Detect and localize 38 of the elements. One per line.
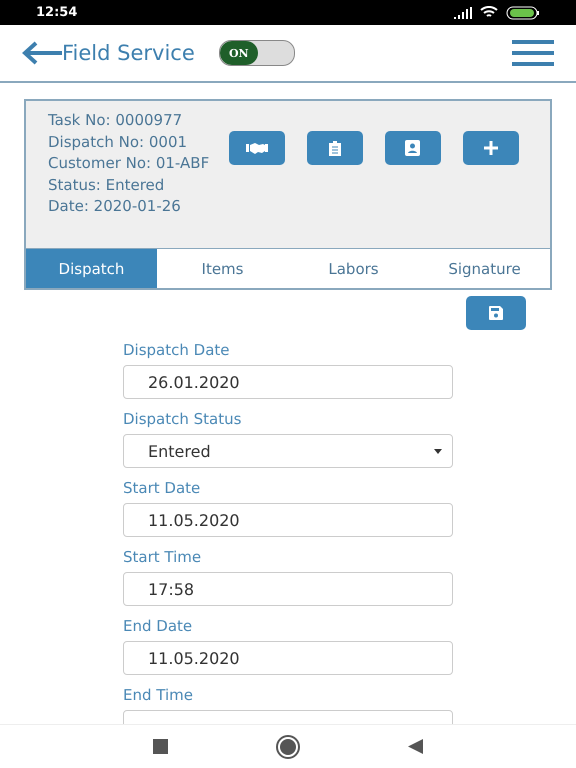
signal-icon — [454, 6, 472, 18]
task-detail: Customer No: 01-ABF — [48, 153, 210, 174]
plus-icon — [484, 141, 498, 155]
recents-icon[interactable] — [153, 739, 168, 754]
field-label: Start Time — [123, 548, 202, 566]
clock-time: 12:54 — [36, 5, 78, 20]
field-label: Start Date — [123, 479, 202, 497]
action-button[interactable] — [307, 131, 363, 165]
contact-card-icon — [405, 140, 421, 156]
back-arrow-icon[interactable] — [22, 41, 62, 65]
wifi-icon — [480, 6, 498, 19]
field-label: Dispatch Status — [123, 410, 242, 428]
task-detail: Task No: 0000977 — [48, 110, 184, 131]
action-button[interactable] — [229, 131, 285, 165]
caret-icon — [434, 448, 442, 454]
back-icon[interactable] — [408, 739, 423, 754]
task-detail: Status: Entered — [48, 174, 166, 196]
battery-icon — [506, 6, 540, 20]
tab[interactable]: Dispatch — [26, 249, 157, 288]
save-button[interactable] — [466, 296, 526, 330]
task-detail: Date: 2020-01-26 — [48, 196, 182, 217]
input-field[interactable]: 26.01.2020 — [123, 365, 453, 399]
input-field[interactable]: 17:58 — [123, 572, 453, 606]
field-label: End Time — [123, 686, 194, 704]
clipboard-icon — [329, 140, 341, 156]
status-dropdown[interactable]: Entered — [123, 434, 453, 468]
field-label: End Date — [123, 617, 194, 635]
home-icon[interactable] — [274, 734, 301, 760]
input-field[interactable]: 11.05.2020 — [123, 641, 453, 675]
action-button[interactable] — [385, 131, 441, 165]
on-off-toggle[interactable]: ON — [218, 40, 295, 66]
handshake-icon — [246, 142, 268, 154]
input-field[interactable]: 11.05.2020 — [123, 503, 453, 537]
task-detail: Dispatch No: 0001 — [48, 132, 188, 152]
action-button[interactable] — [463, 131, 519, 165]
menu-icon[interactable] — [512, 40, 554, 66]
app-title: Field Service — [62, 41, 195, 65]
field-label: Dispatch Date — [123, 341, 231, 359]
